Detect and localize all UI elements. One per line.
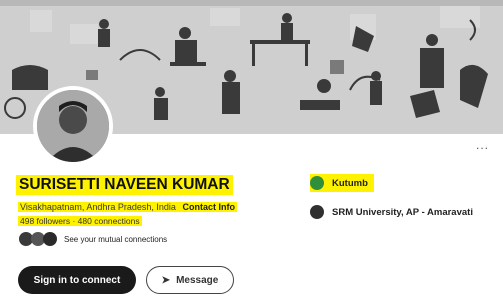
mutual-connections-link[interactable]: See your mutual connections [64, 235, 167, 244]
profile-location: Visakhapatnam, Andhra Pradesh, India [20, 202, 176, 212]
message-button[interactable]: ➤ Message [146, 266, 234, 294]
education-item[interactable]: SRM University, AP - Amaravati [310, 205, 473, 219]
sign-in-to-connect-button[interactable]: Sign in to connect [18, 266, 136, 294]
followers-count: 498 followers [20, 216, 71, 226]
profile-photo [37, 90, 109, 162]
current-company[interactable]: Kutumb [310, 174, 374, 192]
profile-avatar[interactable] [33, 86, 113, 166]
university-crest-icon [310, 205, 324, 219]
profile-location-line: Visakhapatnam, Andhra Pradesh, India Con… [18, 202, 237, 212]
message-label: Message [176, 274, 219, 286]
network-stats: 498 followers · 480 connections [18, 216, 142, 226]
kutumb-logo-icon [310, 176, 324, 190]
send-icon: ➤ [161, 274, 171, 286]
mutual-avatars-icon[interactable] [18, 231, 60, 247]
connections-count: 480 connections [77, 216, 140, 226]
more-options-icon[interactable]: ... [476, 139, 489, 151]
profile-name: SURISETTI NAVEEN KUMAR [16, 175, 233, 195]
university-name: SRM University, AP - Amaravati [332, 206, 473, 218]
contact-info-link[interactable]: Contact Info [182, 202, 235, 212]
company-name: Kutumb [332, 177, 368, 189]
